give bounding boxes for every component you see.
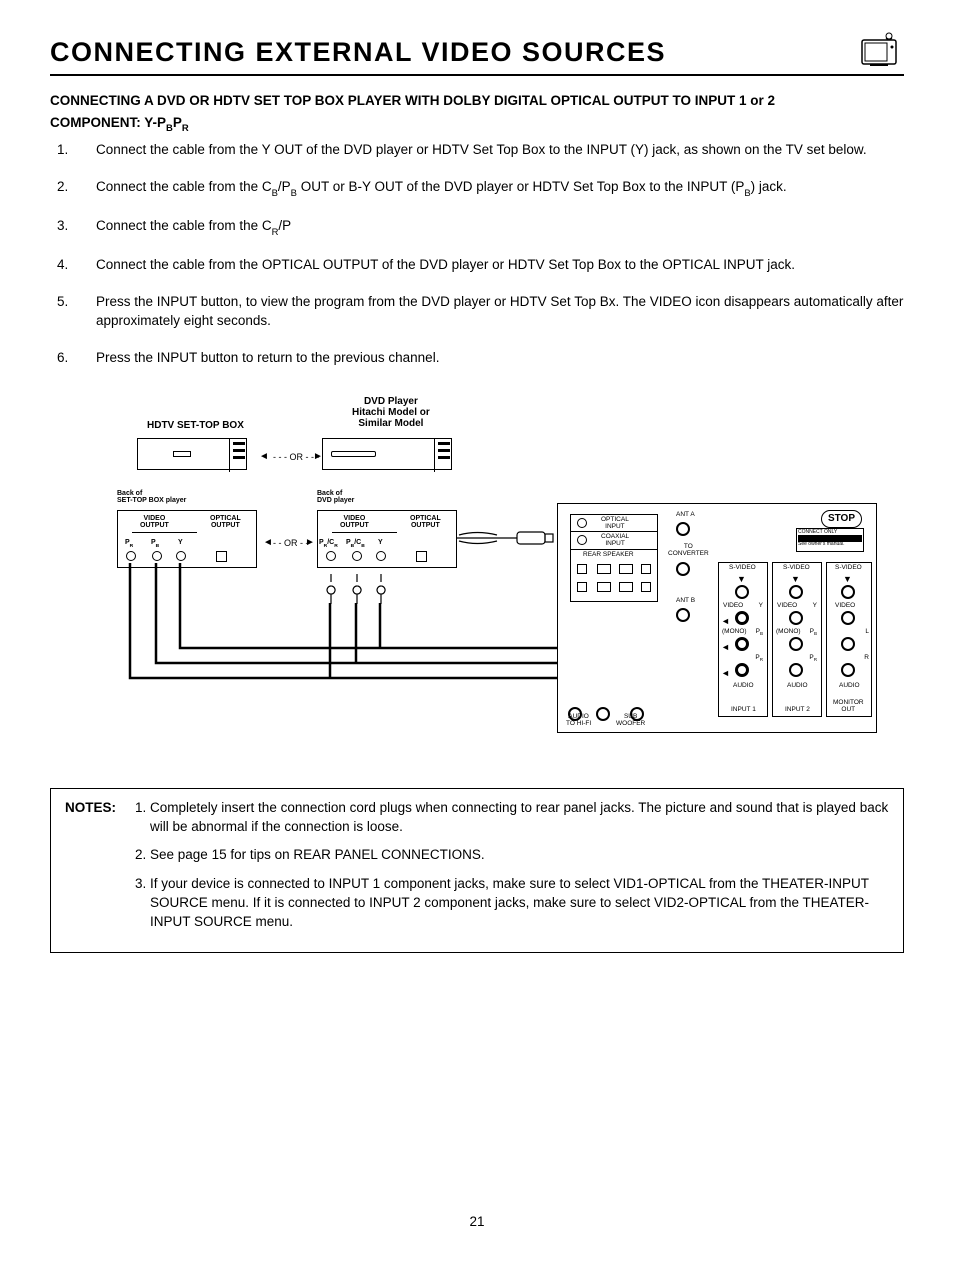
jack-converter (676, 562, 690, 576)
steps-list: Connect the cable from the Y OUT of the … (50, 141, 904, 367)
notes-label: NOTES: (65, 799, 116, 942)
page-header: CONNECTING EXTERNAL VIDEO SOURCES (50, 30, 904, 76)
step-text: Press the INPUT button to return to the … (96, 350, 439, 365)
jack-y2 (376, 551, 386, 561)
step-2: Connect the cable from the CB/PB OUT or … (72, 178, 904, 199)
notes-list: Completely insert the connection cord pl… (132, 799, 889, 942)
arrow-right-icon: ► (305, 536, 315, 550)
jack-y (176, 551, 186, 561)
jack-optical2 (416, 551, 427, 562)
sub-r: R (182, 123, 189, 134)
arrow-left-icon: ◄ (263, 536, 273, 550)
dvd-player (322, 438, 452, 470)
dvd-back-label: Back of DVD player (317, 490, 354, 505)
step-3: Connect the cable from the CR/P (72, 217, 904, 238)
jack-prcr (326, 551, 336, 561)
note-2: See page 15 for tips on REAR PANEL CONNE… (150, 846, 889, 865)
page-number: 21 (50, 1213, 904, 1232)
step-4: Connect the cable from the OPTICAL OUTPU… (72, 256, 904, 275)
subheading: CONNECTING A DVD OR HDTV SET TOP BOX PLA… (50, 90, 904, 135)
subhead-line1: CONNECTING A DVD OR HDTV SET TOP BOX PLA… (50, 93, 775, 108)
stb-back-panel: VIDEO OUTPUT OPTICAL OUTPUT PR PB Y (117, 510, 257, 568)
dvd-back-panel: VIDEO OUTPUT OPTICAL OUTPUT PR/CR PB/CB … (317, 510, 457, 568)
jack-pr (126, 551, 136, 561)
note-3: If your device is connected to INPUT 1 c… (150, 875, 889, 932)
or-label: OR (290, 452, 304, 462)
arrow-left-icon: ◄ (259, 450, 269, 464)
jack-optical (216, 551, 227, 562)
stb-back-label: Back of SET-TOP BOX player (117, 490, 186, 505)
jack-ant-a (676, 522, 690, 536)
subhead-prefix: COMPONENT: Y-P (50, 115, 166, 130)
step-6: Press the INPUT button to return to the … (72, 349, 904, 368)
tv-icon (856, 30, 904, 70)
jack-pbcb (352, 551, 362, 561)
step-1: Connect the cable from the Y OUT of the … (72, 141, 904, 160)
subhead-mid: P (173, 115, 182, 130)
jack-ant-b (676, 608, 690, 622)
step-text: Connect the cable from the Y OUT of the … (96, 142, 867, 157)
page-title: CONNECTING EXTERNAL VIDEO SOURCES (50, 34, 666, 72)
notes-box: NOTES: Completely insert the connection … (50, 788, 904, 953)
step-text: Connect the cable from the OPTICAL OUTPU… (96, 257, 795, 272)
dvd-label: DVD Player Hitachi Model or Similar Mode… (352, 396, 430, 429)
stop-label: STOP (821, 510, 862, 528)
note-1: Completely insert the connection cord pl… (150, 799, 889, 837)
tv-back-panel: STOP CONNECT ONLY See owner's manual. OP… (557, 503, 877, 733)
hdtv-label: HDTV SET-TOP BOX (147, 420, 244, 431)
arrow-right-icon: ► (313, 450, 323, 464)
optical-plug-icon (457, 526, 557, 556)
step-5: Press the INPUT button, to view the prog… (72, 293, 904, 331)
step-text: Press the INPUT button, to view the prog… (96, 294, 903, 328)
jack-pb (152, 551, 162, 561)
connection-diagram: HDTV SET-TOP BOX DVD Player Hitachi Mode… (77, 388, 877, 758)
settop-box (137, 438, 247, 470)
sub-b: B (166, 123, 173, 134)
